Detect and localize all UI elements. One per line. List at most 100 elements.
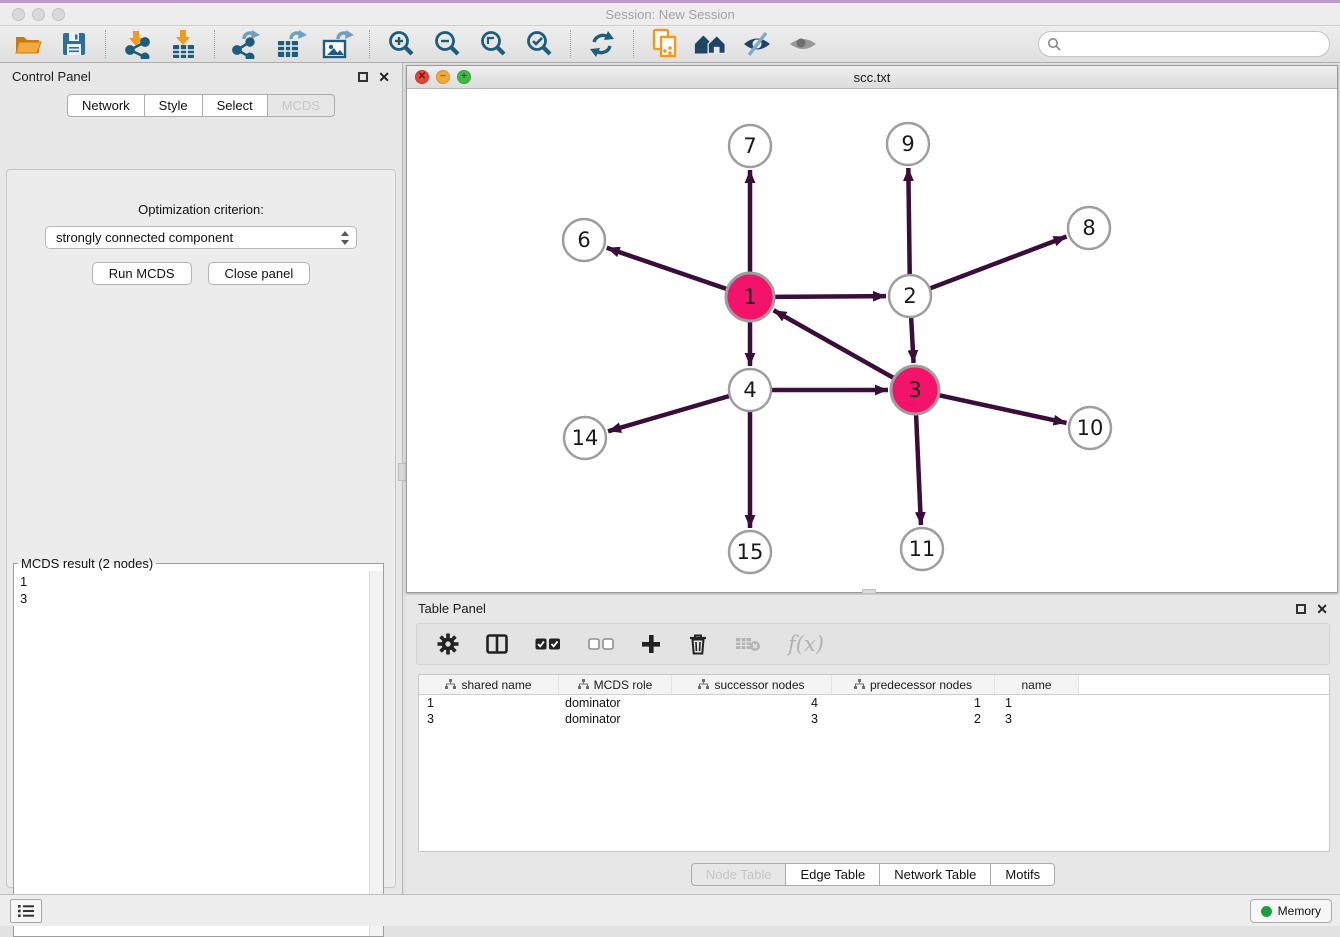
graph-node-6[interactable]: 6 — [563, 219, 605, 261]
graph-node-4[interactable]: 4 — [729, 369, 771, 411]
run-mcds-button[interactable]: Run MCDS — [92, 262, 192, 285]
export-image-button[interactable] — [320, 28, 356, 60]
table-delete-column-button[interactable] — [688, 633, 708, 655]
table-settings-button[interactable] — [437, 633, 459, 655]
graph-node-1[interactable]: 1 — [726, 273, 774, 321]
open-session-button[interactable] — [10, 28, 46, 60]
tab-select[interactable]: Select — [202, 94, 268, 117]
table-deselect-all-button[interactable] — [588, 638, 614, 651]
graph-node-15[interactable]: 15 — [729, 531, 771, 573]
import-table-button[interactable] — [165, 28, 201, 60]
result-scrollbar[interactable] — [369, 571, 383, 936]
graph-edge-3-1[interactable] — [774, 310, 894, 377]
column-header-name[interactable]: name — [995, 675, 1079, 694]
network-resize-handle[interactable] — [862, 589, 876, 594]
graph-edge-3-10[interactable] — [939, 395, 1066, 423]
mcds-tab-content: Optimization criterion: strongly connect… — [6, 169, 396, 888]
export-table-button[interactable] — [274, 28, 310, 60]
search-field[interactable] — [1038, 31, 1330, 57]
network-canvas[interactable]: 7 9 6 8 1 2 4 3 14 10 15 11 — [407, 89, 1337, 592]
refresh-icon — [587, 29, 617, 59]
select-all-icon — [535, 638, 561, 651]
control-panel: Control Panel ✕ NetworkStyleSelectMCDS O… — [0, 63, 403, 894]
export-network-button[interactable] — [228, 28, 264, 60]
column-header-shared-name[interactable]: shared name — [419, 675, 559, 694]
network-graph[interactable]: 7 9 6 8 1 2 4 3 14 10 15 11 — [407, 89, 1337, 592]
memory-button[interactable]: Memory — [1250, 899, 1332, 923]
network-window-title: scc.txt — [407, 70, 1337, 85]
network-window-titlebar[interactable]: ✕ − + scc.txt — [407, 66, 1337, 89]
close-panel-icon[interactable]: ✕ — [378, 72, 390, 82]
eye-icon — [787, 30, 819, 58]
column-header-predecessor-nodes[interactable]: predecessor nodes — [832, 675, 995, 694]
graph-node-3[interactable]: 3 — [891, 366, 939, 414]
tab-motifs[interactable]: Motifs — [990, 863, 1055, 886]
show-hidden-button[interactable] — [785, 28, 821, 60]
attribute-tree-icon — [854, 679, 865, 690]
svg-text:3: 3 — [908, 378, 921, 402]
app-titlebar: Session: New Session — [0, 3, 1340, 26]
float-table-panel-icon[interactable] — [1296, 604, 1306, 614]
table-row[interactable]: 1dominator411 — [419, 695, 1329, 711]
graph-edge-2-8[interactable] — [931, 237, 1067, 289]
svg-text:10: 10 — [1077, 416, 1104, 440]
control-panel-tabs: NetworkStyleSelectMCDS — [0, 94, 402, 117]
home-neighbors-button[interactable] — [693, 28, 729, 60]
table-delete-table-button[interactable] — [735, 636, 761, 652]
graph-node-10[interactable]: 10 — [1069, 407, 1111, 449]
task-history-button[interactable] — [10, 899, 42, 923]
import-network-button[interactable] — [119, 28, 155, 60]
table-row[interactable]: 3dominator323 — [419, 711, 1329, 727]
graph-edge-3-11[interactable] — [916, 415, 921, 525]
hide-selected-button[interactable] — [739, 28, 775, 60]
zoom-out-button[interactable] — [429, 28, 465, 60]
close-panel-button[interactable]: Close panel — [208, 262, 311, 285]
control-panel-title: Control Panel — [12, 69, 91, 84]
graph-edge-4-14[interactable] — [608, 396, 729, 431]
table-select-all-button[interactable] — [535, 638, 561, 651]
export-image-icon — [321, 29, 355, 59]
search-input[interactable] — [1066, 34, 1329, 54]
refresh-layout-button[interactable] — [584, 28, 620, 60]
table-add-column-button[interactable] — [641, 634, 661, 654]
graph-node-9[interactable]: 9 — [887, 123, 929, 165]
zoom-selected-button[interactable] — [521, 28, 557, 60]
save-session-button[interactable] — [56, 28, 92, 60]
graph-node-7[interactable]: 7 — [729, 125, 771, 167]
column-header-successor-nodes[interactable]: successor nodes — [672, 675, 832, 694]
svg-text:2: 2 — [903, 284, 916, 308]
table-split-view-button[interactable] — [486, 634, 508, 654]
graph-edge-1-6[interactable] — [607, 248, 727, 289]
tab-mcds[interactable]: MCDS — [267, 94, 335, 117]
tab-edge-table[interactable]: Edge Table — [785, 863, 880, 886]
tab-network-table[interactable]: Network Table — [879, 863, 991, 886]
zoom-in-icon — [386, 29, 416, 59]
float-panel-icon[interactable] — [358, 72, 368, 82]
graph-node-11[interactable]: 11 — [901, 528, 943, 570]
graph-node-14[interactable]: 14 — [564, 417, 606, 459]
mcds-result-title: MCDS result (2 nodes) — [18, 556, 156, 571]
column-header-MCDS-role[interactable]: MCDS role — [559, 675, 672, 694]
export-table-icon — [275, 29, 309, 59]
graph-node-8[interactable]: 8 — [1068, 207, 1110, 249]
duplicate-network-button[interactable] — [647, 28, 683, 60]
plus-icon — [641, 634, 661, 654]
graph-edge-2-3[interactable] — [911, 318, 913, 363]
graph-node-2[interactable]: 2 — [889, 275, 931, 317]
zoom-fit-button[interactable] — [475, 28, 511, 60]
function-builder-button[interactable]: f(x) — [788, 632, 824, 656]
zoom-in-button[interactable] — [383, 28, 419, 60]
table-body: 1dominator4113dominator323 — [419, 695, 1329, 727]
eye-slash-icon — [741, 30, 773, 58]
optimization-criterion-label: Optimization criterion: — [7, 202, 395, 217]
graph-edge-2-9[interactable] — [908, 168, 909, 274]
toolbar-separator — [369, 30, 370, 58]
tab-style[interactable]: Style — [144, 94, 203, 117]
tab-node-table[interactable]: Node Table — [691, 863, 787, 886]
close-table-panel-icon[interactable]: ✕ — [1316, 604, 1328, 614]
graph-edge-1-2[interactable] — [775, 296, 886, 297]
mcds-result-text[interactable]: 1 3 — [14, 571, 369, 936]
tab-network[interactable]: Network — [67, 94, 145, 117]
optimization-criterion-select[interactable]: strongly connected component — [45, 226, 357, 249]
optimization-criterion-value: strongly connected component — [56, 230, 340, 245]
